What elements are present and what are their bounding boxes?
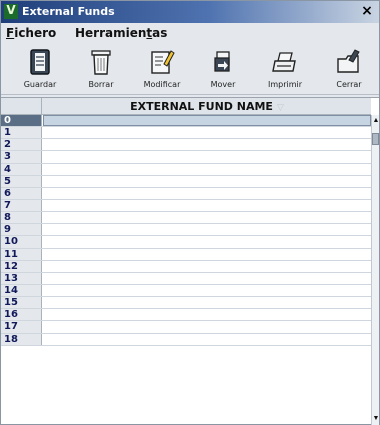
modify-button[interactable]: Modificar: [134, 45, 190, 93]
scroll-thumb[interactable]: [372, 133, 379, 145]
close-folder-icon: [337, 49, 360, 73]
row-number[interactable]: 6: [1, 187, 42, 199]
fund-name-cell[interactable]: [43, 127, 371, 138]
table-row[interactable]: 7: [1, 199, 371, 213]
row-number[interactable]: 17: [1, 321, 42, 333]
row-number[interactable]: 11: [1, 248, 42, 260]
scroll-up-icon[interactable]: ▲: [372, 117, 380, 125]
move-icon: [214, 51, 230, 72]
fund-name-cell[interactable]: [43, 249, 371, 260]
table-row[interactable]: 18: [1, 333, 371, 346]
table-row[interactable]: 2: [1, 139, 371, 152]
fund-name-cell[interactable]: [43, 261, 371, 272]
row-number[interactable]: 1: [1, 127, 42, 139]
row-number[interactable]: 5: [1, 175, 42, 187]
menu-bar: Fichero Herramientas: [1, 23, 379, 43]
row-number[interactable]: 8: [1, 212, 42, 224]
fund-name-cell[interactable]: [43, 273, 371, 284]
menu-herramientas[interactable]: Herramientas: [75, 26, 167, 40]
move-label: Mover: [210, 80, 236, 89]
table-row[interactable]: 14: [1, 284, 371, 298]
delete-label: Borrar: [88, 80, 114, 89]
row-number[interactable]: 10: [1, 236, 42, 248]
fund-name-cell[interactable]: [43, 139, 371, 150]
title-bar[interactable]: V External Funds ×: [1, 1, 379, 23]
row-number[interactable]: 16: [1, 309, 42, 321]
save-button[interactable]: Guardar: [12, 45, 68, 93]
column-header-label: EXTERNAL FUND NAME: [130, 100, 273, 113]
save-icon: [30, 49, 50, 75]
menu-fichero-mnemonic: F: [6, 26, 15, 40]
menu-fichero-label: ichero: [14, 26, 57, 40]
table-row[interactable]: 0: [1, 115, 371, 128]
row-number[interactable]: 15: [1, 297, 42, 309]
move-button[interactable]: Mover: [195, 45, 251, 93]
external-funds-window: V External Funds × Fichero Herramientas …: [0, 0, 380, 425]
fund-name-cell[interactable]: [43, 115, 371, 127]
save-label: Guardar: [23, 80, 57, 89]
toolbar: Guardar Borrar Modificar Mover Imprimir …: [1, 43, 379, 95]
edit-icon: [151, 50, 175, 74]
table-row[interactable]: 9: [1, 224, 371, 237]
row-number[interactable]: 12: [1, 260, 42, 272]
table-row[interactable]: 1: [1, 127, 371, 140]
fund-name-cell[interactable]: [43, 321, 371, 332]
scroll-down-icon[interactable]: ▼: [372, 415, 380, 423]
table-row[interactable]: 13: [1, 272, 371, 285]
window-title: External Funds: [22, 5, 115, 18]
close-window-button[interactable]: ×: [359, 3, 375, 20]
row-number[interactable]: 2: [1, 139, 42, 151]
row-number[interactable]: 4: [1, 163, 42, 175]
row-number[interactable]: 13: [1, 272, 42, 284]
fund-name-cell[interactable]: [43, 188, 371, 199]
grid-header: EXTERNAL FUND NAME ▽: [1, 98, 371, 115]
printer-icon: [272, 52, 296, 72]
column-header-external-fund-name[interactable]: EXTERNAL FUND NAME ▽: [43, 98, 371, 115]
row-number[interactable]: 7: [1, 199, 42, 212]
trash-icon: [91, 50, 111, 75]
row-number[interactable]: 0: [1, 115, 42, 127]
table-row[interactable]: 12: [1, 260, 371, 273]
vertical-scrollbar[interactable]: ▲ ▼: [371, 115, 379, 425]
grid-rows: 0 1 2 3 4 5 6 7 8 9 10 11 12 13 14 15 16 17 18: [1, 115, 371, 346]
fund-name-cell[interactable]: [43, 236, 371, 247]
delete-button[interactable]: Borrar: [73, 45, 129, 93]
fund-name-cell[interactable]: [43, 164, 371, 175]
fund-name-cell[interactable]: [43, 176, 371, 187]
table-row[interactable]: 5: [1, 175, 371, 188]
table-row[interactable]: 4: [1, 163, 371, 176]
funds-grid: EXTERNAL FUND NAME ▽ 0 1 2 3 4 5 6 7 8 9 10 11 12 13 14…: [1, 97, 379, 425]
table-row[interactable]: 17: [1, 321, 371, 334]
fund-name-cell[interactable]: [43, 297, 371, 308]
modify-label: Modificar: [143, 80, 181, 89]
row-number[interactable]: 14: [1, 284, 42, 297]
table-row[interactable]: 6: [1, 187, 371, 200]
table-row[interactable]: 11: [1, 248, 371, 261]
menu-herramientas-label-b: as: [152, 26, 168, 40]
table-row[interactable]: 10: [1, 236, 371, 249]
table-row[interactable]: 8: [1, 212, 371, 225]
row-number[interactable]: 18: [1, 333, 42, 345]
row-number-header: [1, 98, 42, 115]
menu-herramientas-label-a: Herramien: [75, 26, 147, 40]
table-row[interactable]: 3: [1, 151, 371, 164]
fund-name-cell[interactable]: [43, 212, 371, 223]
table-row[interactable]: 15: [1, 297, 371, 310]
row-number[interactable]: 9: [1, 224, 42, 236]
fund-name-cell[interactable]: [43, 200, 371, 211]
app-logo-icon: V: [4, 3, 18, 19]
close-button[interactable]: Cerrar: [321, 45, 377, 93]
sort-arrow-icon: ▽: [276, 103, 284, 113]
menu-fichero[interactable]: Fichero: [6, 26, 56, 40]
fund-name-cell[interactable]: [43, 334, 371, 345]
table-row[interactable]: 16: [1, 309, 371, 322]
fund-name-cell[interactable]: [43, 151, 371, 162]
fund-name-cell[interactable]: [43, 309, 371, 320]
fund-name-cell[interactable]: [43, 285, 371, 296]
print-button[interactable]: Imprimir: [257, 45, 313, 93]
fund-name-cell[interactable]: [43, 224, 371, 235]
close-label: Cerrar: [336, 80, 362, 89]
print-label: Imprimir: [267, 80, 303, 89]
row-number[interactable]: 3: [1, 151, 42, 163]
